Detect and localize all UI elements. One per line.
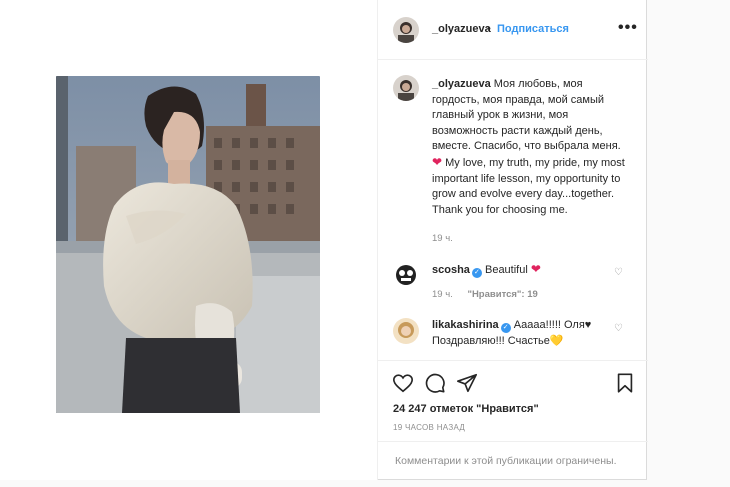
like-small-icon[interactable]: ♡ bbox=[614, 323, 623, 334]
post-photo-art bbox=[56, 76, 320, 413]
red-heart-icon: ❤ bbox=[432, 154, 443, 169]
author-avatar[interactable] bbox=[393, 17, 419, 43]
caption-username[interactable]: _olyazueva bbox=[432, 78, 491, 90]
comments-closed-bar: Комментарии к этой публикации ограничены… bbox=[378, 441, 648, 481]
like-small-icon[interactable]: ♡ bbox=[614, 267, 623, 278]
comment-text: Ааааа!!!!! Оля♥ bbox=[513, 319, 592, 331]
post-actions: 24 247 отметок "Нравится" 19 ЧАСОВ НАЗАД… bbox=[378, 360, 648, 480]
author-username[interactable]: _olyazueva bbox=[432, 23, 491, 35]
likes-count[interactable]: 24 247 отметок "Нравится" bbox=[393, 403, 539, 415]
comment-icon[interactable] bbox=[424, 372, 446, 394]
follow-button[interactable]: Подписаться bbox=[497, 23, 569, 35]
posted-time[interactable]: 19 ЧАСОВ НАЗАД bbox=[393, 423, 465, 432]
instagram-post: _olyazueva • Подписаться ••• _olyazueva … bbox=[0, 0, 648, 480]
comment-avatar-likakashirina[interactable] bbox=[393, 318, 419, 344]
post-media-area bbox=[0, 0, 377, 480]
comment-likakashirina: likakashirina ✓ Ааааа!!!!! Оля♥ Поздравля… bbox=[432, 318, 602, 349]
verified-badge-icon: ✓ bbox=[471, 268, 482, 278]
comment-username[interactable]: scosha bbox=[432, 264, 470, 276]
caption-avatar[interactable] bbox=[393, 75, 419, 101]
comment-avatar-scosha[interactable] bbox=[393, 262, 419, 288]
post-sidebar: _olyazueva • Подписаться ••• _olyazueva … bbox=[377, 0, 648, 480]
verified-badge-icon: ✓ bbox=[500, 323, 511, 333]
comment-scosha: scosha ✓ Beautiful ❤ bbox=[432, 262, 541, 279]
comment-username[interactable]: likakashirina bbox=[432, 319, 499, 331]
comment-meta: 19 ч. "Нравится": 19 bbox=[432, 289, 538, 300]
share-icon[interactable] bbox=[456, 372, 478, 394]
more-options-button[interactable]: ••• bbox=[618, 19, 638, 37]
caption-timestamp[interactable]: 19 ч. bbox=[432, 233, 453, 244]
comments-limited-notice: Комментарии к этой публикации ограничены… bbox=[395, 455, 617, 467]
comment-likes-count[interactable]: "Нравится": 19 bbox=[467, 289, 537, 300]
post-photo[interactable] bbox=[56, 76, 320, 413]
comment-text: Beautiful bbox=[484, 264, 528, 276]
post-header: _olyazueva • Подписаться ••• bbox=[378, 0, 648, 60]
yellow-heart-icon: 💛 bbox=[549, 334, 564, 347]
bookmark-icon[interactable] bbox=[614, 372, 636, 394]
comment-timestamp[interactable]: 19 ч. bbox=[432, 289, 453, 300]
comment-text-line2: Поздравляю!!! Счастье bbox=[432, 334, 550, 347]
red-heart-icon: ❤ bbox=[530, 262, 541, 276]
caption-text-en: My love, my truth, my pride, my most imp… bbox=[432, 156, 625, 216]
post-caption: _olyazueva Моя любовь, моя гордость, моя… bbox=[432, 77, 632, 218]
heart-outline-icon[interactable] bbox=[392, 372, 414, 394]
separator-dot: • bbox=[487, 23, 491, 35]
